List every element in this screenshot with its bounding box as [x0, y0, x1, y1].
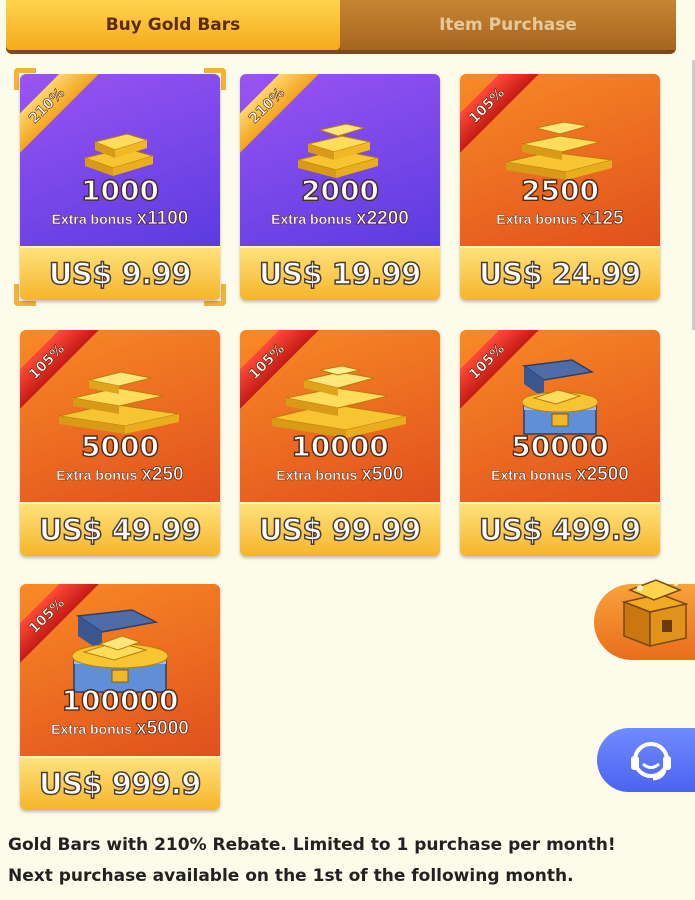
package-card-2500[interactable]: 2500 Extra bonus x125 105% US$ 24.99 [460, 74, 660, 300]
bonus-multiplier: x5000 [136, 718, 190, 740]
gold-bars-icon [83, 133, 155, 176]
gold-bars-icon [58, 371, 180, 434]
package-card-2000[interactable]: 2000 Extra bonus x2200 210% US$ 19.99 [240, 74, 440, 300]
bonus-label: Extra bonus [491, 467, 573, 483]
package-card-5000[interactable]: 5000 Extra bonus x250 105% US$ 49.99 [20, 330, 220, 556]
rebate-notice: Gold Bars with 210% Rebate. Limited to 1… [8, 830, 688, 892]
gold-amount: 2500 [520, 173, 599, 207]
price-button[interactable]: US$ 9.99 [20, 246, 220, 300]
price-label: US$ 19.99 [258, 256, 422, 292]
price-button[interactable]: US$ 499.9 [460, 502, 660, 556]
price-label: US$ 499.9 [478, 512, 642, 548]
bonus-line: Extra bonus x125 [460, 208, 660, 230]
customer-support-button[interactable] [597, 728, 695, 792]
bonus-line: Extra bonus x5000 [20, 718, 220, 740]
price-button[interactable]: US$ 24.99 [460, 246, 660, 300]
treasure-chest-button[interactable] [594, 579, 695, 660]
package-card-100000[interactable]: 100000 Extra bonus x5000 105% US$ 999.9 [20, 584, 220, 810]
price-button[interactable]: US$ 19.99 [240, 246, 440, 300]
package-card-10000[interactable]: 10000 Extra bonus x500 105% US$ 99.99 [240, 330, 440, 556]
treasure-chest-icon [621, 579, 689, 648]
customer-support-icon [631, 742, 671, 781]
tab-buy-gold-bars[interactable]: Buy Gold Bars [6, 0, 340, 50]
bonus-label: Extra bonus [276, 467, 358, 483]
gold-amount: 100000 [61, 683, 179, 717]
bonus-label: Extra bonus [496, 211, 578, 227]
rebate-notice-line-2: Next purchase available on the 1st of th… [8, 866, 574, 886]
tab-bar: Buy Gold Bars Item Purchase [6, 0, 676, 54]
gold-amount: 2000 [300, 173, 379, 207]
price-label: US$ 99.99 [258, 512, 422, 548]
price-label: US$ 999.9 [38, 766, 202, 802]
gold-amount: 10000 [291, 429, 390, 463]
bonus-label: Extra bonus [56, 467, 138, 483]
price-label: US$ 49.99 [38, 512, 202, 548]
bonus-multiplier: x2500 [576, 464, 630, 486]
bonus-line: Extra bonus x2200 [240, 208, 440, 230]
gold-chest-icon [521, 359, 599, 435]
gold-amount: 5000 [80, 429, 159, 463]
bonus-line: Extra bonus x250 [20, 464, 220, 486]
bonus-multiplier: x2200 [356, 208, 410, 230]
bonus-line: Extra bonus x2500 [460, 464, 660, 486]
gold-bars-icon [271, 366, 407, 438]
bonus-label: Extra bonus [51, 211, 133, 227]
price-button[interactable]: US$ 49.99 [20, 502, 220, 556]
package-card-50000[interactable]: 50000 Extra bonus x2500 105% US$ 499.9 [460, 330, 660, 556]
package-card-1000[interactable]: 1000 Extra bonus x1100 210% US$ 9.99 [20, 74, 220, 300]
gold-bars-icon [297, 123, 379, 178]
gold-amount: 50000 [511, 429, 610, 463]
tab-item-purchase[interactable]: Item Purchase [340, 0, 676, 50]
bonus-label: Extra bonus [271, 211, 353, 227]
bonus-multiplier: x500 [361, 464, 404, 486]
gold-amount: 1000 [80, 173, 159, 207]
bonus-line: Extra bonus x1100 [20, 208, 220, 230]
bonus-label: Extra bonus [51, 721, 133, 737]
price-label: US$ 24.99 [478, 256, 642, 292]
bonus-multiplier: x1100 [136, 208, 189, 230]
price-button[interactable]: US$ 999.9 [20, 756, 220, 810]
price-button[interactable]: US$ 99.99 [240, 502, 440, 556]
price-label: US$ 9.99 [48, 256, 192, 292]
bonus-multiplier: x250 [141, 464, 184, 486]
bonus-line: Extra bonus x500 [240, 464, 440, 486]
bonus-multiplier: x125 [581, 208, 624, 230]
rebate-notice-line-1: Gold Bars with 210% Rebate. Limited to 1… [8, 835, 616, 855]
